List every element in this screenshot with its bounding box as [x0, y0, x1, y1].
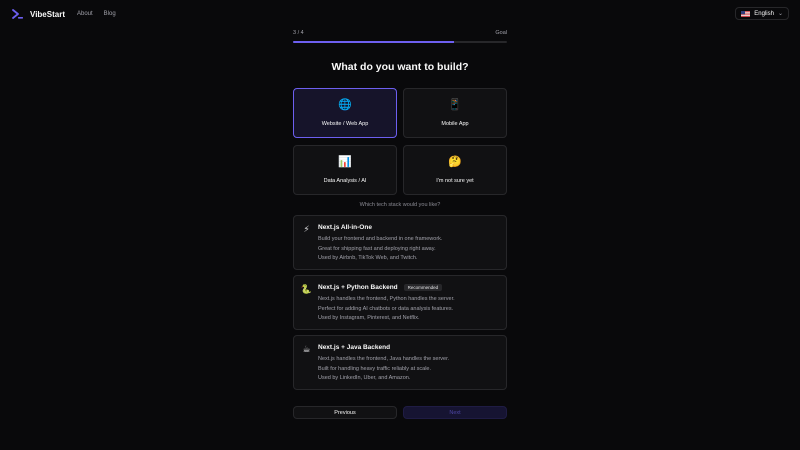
- mobile-phone-icon: 📱: [448, 99, 462, 111]
- main-nav: About Blog: [77, 11, 116, 17]
- terminal-chevron-icon: [12, 9, 23, 19]
- brand-logo[interactable]: VibeStart: [12, 9, 65, 19]
- stack-line: Built for handling heavy traffic reliabl…: [318, 365, 432, 372]
- option-card-not-sure[interactable]: 🤔 I'm not sure yet: [403, 145, 507, 195]
- stack-title: Next.js All-in-One: [318, 224, 372, 231]
- stack-question-label: Which tech stack would you like?: [359, 202, 441, 208]
- stack-title-row: Next.js + Java Backend: [318, 343, 498, 352]
- option-card-data-ai[interactable]: 📊 Data Analysis / AI: [293, 145, 397, 195]
- language-label: English: [754, 10, 774, 17]
- goal-label: Goal: [495, 30, 507, 36]
- lightning-icon: ⚡: [303, 224, 310, 234]
- step-counter: 3 / 4: [293, 30, 304, 36]
- stack-title: Next.js + Python Backend: [318, 284, 398, 291]
- stack-line: Great for shipping fast and deploying ri…: [318, 245, 436, 252]
- next-button[interactable]: Next: [403, 406, 507, 419]
- top-nav-bar: VibeStart About Blog English ⌄: [0, 0, 800, 28]
- option-label: Website / Web App: [321, 120, 369, 127]
- python-snake-icon: 🐍: [300, 284, 313, 294]
- thinking-face-icon: 🤔: [448, 156, 462, 168]
- stack-description: Next.js handles the frontend, Python han…: [318, 295, 498, 324]
- bar-chart-icon: 📊: [338, 156, 352, 168]
- stack-card-nextjs-java[interactable]: ☕ Next.js + Java Backend Next.js handles…: [293, 335, 507, 390]
- option-label: I'm not sure yet: [436, 177, 474, 184]
- page-title: What do you want to build?: [331, 61, 469, 73]
- stack-line: Next.js handles the frontend, Java handl…: [318, 356, 450, 362]
- stack-description: Build your frontend and backend in one f…: [318, 235, 498, 264]
- progress-bar-fill: [293, 41, 454, 43]
- recommended-badge: Recommended: [403, 284, 443, 291]
- progress-labels: 3 / 4 Goal: [293, 30, 507, 36]
- language-selector[interactable]: English ⌄: [735, 7, 789, 20]
- nav-about-link[interactable]: About: [77, 11, 93, 17]
- option-label: Data Analysis / AI: [323, 177, 367, 184]
- stack-line: Perfect for adding AI chatbots or data a…: [318, 305, 454, 312]
- stack-card-nextjs-all-in-one[interactable]: ⚡ Next.js All-in-One Build your frontend…: [293, 215, 507, 270]
- previous-button[interactable]: Previous: [293, 406, 397, 419]
- stack-card-nextjs-python[interactable]: 🐍 Next.js + Python Backend Recommended N…: [293, 275, 507, 330]
- stack-line: Used by Instagram, Pinterest, and Netfli…: [318, 315, 420, 321]
- option-label: Mobile App: [441, 120, 469, 127]
- stack-line: Used by Airbnb, TikTok Web, and Twitch.: [318, 255, 418, 261]
- nav-blog-link[interactable]: Blog: [104, 11, 116, 17]
- stack-title: Next.js + Java Backend: [318, 344, 391, 351]
- stack-title-row: Next.js + Python Backend Recommended: [318, 283, 498, 292]
- progress-bar: [293, 41, 507, 43]
- stack-title-row: Next.js All-in-One: [318, 223, 498, 232]
- option-card-website[interactable]: 🌐 Website / Web App: [293, 88, 397, 138]
- us-flag-icon: [741, 10, 751, 17]
- brand-name: VibeStart: [30, 9, 65, 19]
- coffee-icon: ☕: [302, 344, 311, 354]
- globe-icon: 🌐: [338, 99, 352, 111]
- stack-description: Next.js handles the frontend, Java handl…: [318, 355, 498, 384]
- stack-line: Build your frontend and backend in one f…: [318, 236, 443, 242]
- stack-line: Used by LinkedIn, Uber, and Amazon.: [318, 375, 411, 381]
- option-card-mobile[interactable]: 📱 Mobile App: [403, 88, 507, 138]
- chevron-down-icon: ⌄: [777, 11, 783, 17]
- stack-line: Next.js handles the frontend, Python han…: [318, 296, 455, 302]
